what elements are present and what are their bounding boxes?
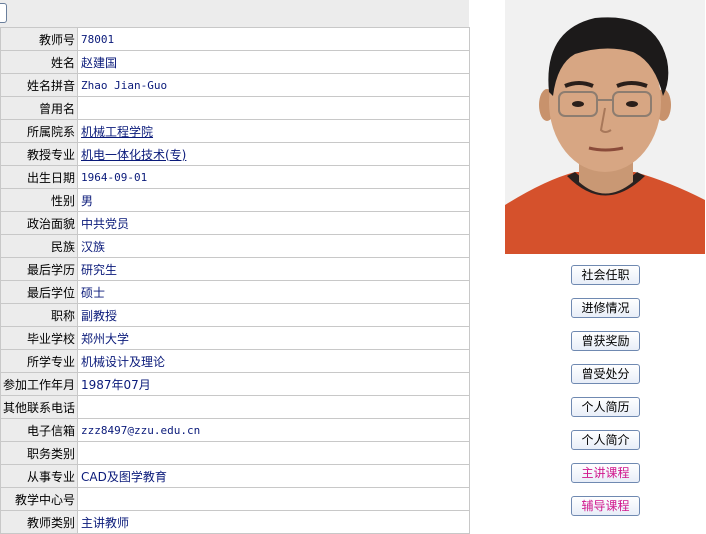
field-value-cell: 机械工程学院 [77,119,470,143]
info-row: 性别男 [0,188,470,212]
info-row: 教师类别 主讲教师 [0,510,470,534]
field-value-cell: 汉族 [77,234,470,258]
field-value: 硕士 [81,285,106,300]
field-value-cell [77,395,470,419]
field-label: 职务类别 [0,441,78,465]
resume-button[interactable]: 个人简历 [571,397,640,417]
field-value-cell: 机电一体化技术(专) [77,142,470,166]
info-row: 出生日期 1964-09-01 [0,165,470,189]
field-label: 电子信箱 [0,418,78,442]
info-row: 教授专业 机电一体化技术(专) [0,142,470,166]
info-row: 曾用名 [0,96,470,120]
field-label: 教学中心号 [0,487,78,511]
field-value: 1987年07月 [81,377,151,392]
field-value: 赵建国 [81,55,118,70]
tutoring-courses-button[interactable]: 辅导课程 [571,496,640,516]
field-label: 所属院系 [0,119,78,143]
main-courses-button[interactable]: 主讲课程 [571,463,640,483]
field-label: 最后学位 [0,280,78,304]
field-value: 78001 [81,33,115,46]
field-value: 郑州大学 [81,331,130,346]
field-value: 研究生 [81,262,118,277]
info-row: 职称 副教授 [0,303,470,327]
field-value-cell: CAD及图学教育 [77,464,470,488]
info-row: 其他联系电话 [0,395,470,419]
field-value: 男 [81,193,94,208]
profile-button[interactable]: 个人简介 [571,430,640,450]
field-value-cell: 硕士 [77,280,470,304]
field-value-link[interactable]: 机械工程学院 [81,125,153,139]
field-value-link[interactable]: 机电一体化技术(专) [81,148,186,162]
field-value-cell: 男 [77,188,470,212]
field-label: 姓名 [0,50,78,74]
field-value-cell: 78001 [77,27,470,51]
field-value: 机械设计及理论 [81,354,166,369]
field-value: 汉族 [81,239,106,254]
field-value-cell: 主讲教师 [77,510,470,534]
field-label: 最后学历 [0,257,78,281]
field-label: 教授专业 [0,142,78,166]
field-label: 从事专业 [0,464,78,488]
field-value: CAD及图学教育 [81,469,167,484]
field-value-cell: Zhao Jian-Guo [77,73,470,97]
field-value: zzz8497@zzu.edu.cn [81,424,201,437]
field-label: 参加工作年月 [0,372,78,396]
info-row: 所学专业 机械设计及理论 [0,349,470,373]
info-row: 教学中心号 [0,487,470,511]
info-row: 教师号 78001 [0,27,470,51]
field-label: 毕业学校 [0,326,78,350]
info-row: 最后学历 研究生 [0,257,470,281]
field-value-cell: 中共党员 [77,211,470,235]
field-value-cell: zzz8497@zzu.edu.cn [77,418,470,442]
field-label: 性别 [0,188,78,212]
back-button[interactable] [0,3,7,23]
info-row: 政治面貌 中共党员 [0,211,470,235]
punishments-button[interactable]: 曾受处分 [571,364,640,384]
top-toolbar-strip [0,0,469,28]
teacher-info-table: 教师号 78001 姓名 赵建国 姓名拼音 Zhao Jian-Guo 曾用名 所属院系 机械工… [0,27,470,534]
field-value-cell: 1987年07月 [77,372,470,396]
field-value-cell [77,96,470,120]
field-value-cell: 1964-09-01 [77,165,470,189]
field-value: Zhao Jian-Guo [81,79,168,92]
field-value-cell: 研究生 [77,257,470,281]
info-row: 民族 汉族 [0,234,470,258]
info-row: 毕业学校 郑州大学 [0,326,470,350]
field-label: 姓名拼音 [0,73,78,97]
field-label: 教师号 [0,27,78,51]
info-row: 电子信箱 zzz8497@zzu.edu.cn [0,418,470,442]
field-label: 所学专业 [0,349,78,373]
portrait-image [505,0,705,254]
field-value-cell: 郑州大学 [77,326,470,350]
info-row: 姓名拼音 Zhao Jian-Guo [0,73,470,97]
social-positions-button[interactable]: 社会任职 [571,265,640,285]
info-row: 职务类别 [0,441,470,465]
field-value-cell [77,441,470,465]
info-row: 姓名 赵建国 [0,50,470,74]
info-row: 从事专业 CAD及图学教育 [0,464,470,488]
info-row: 参加工作年月 1987年07月 [0,372,470,396]
teacher-photo [505,0,705,254]
field-label: 民族 [0,234,78,258]
awards-button[interactable]: 曾获奖励 [571,331,640,351]
info-row: 所属院系 机械工程学院 [0,119,470,143]
field-label: 政治面貌 [0,211,78,235]
field-value-cell: 赵建国 [77,50,470,74]
field-value: 中共党员 [81,216,130,231]
info-row: 最后学位 硕士 [0,280,470,304]
further-study-button[interactable]: 进修情况 [571,298,640,318]
field-label: 曾用名 [0,96,78,120]
field-value-cell: 副教授 [77,303,470,327]
field-label: 出生日期 [0,165,78,189]
field-label: 其他联系电话 [0,395,78,419]
field-label: 教师类别 [0,510,78,534]
field-value-cell [77,487,470,511]
field-value: 1964-09-01 [81,171,148,184]
field-value: 主讲教师 [81,515,130,530]
field-value-cell: 机械设计及理论 [77,349,470,373]
field-value: 副教授 [81,308,118,323]
field-label: 职称 [0,303,78,327]
